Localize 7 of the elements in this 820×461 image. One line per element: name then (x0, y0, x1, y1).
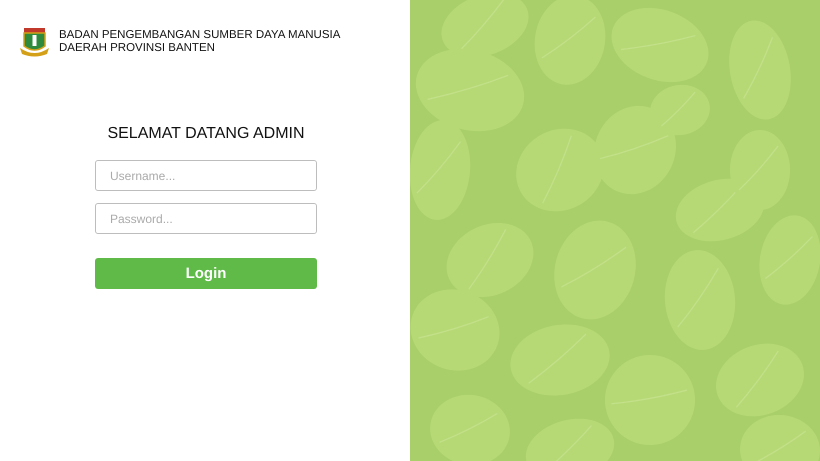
welcome-heading: SELAMAT DATANG ADMIN (106, 125, 306, 143)
province-emblem-icon (18, 26, 51, 58)
password-field[interactable]: Password... (95, 203, 317, 234)
username-field[interactable]: Username... (95, 160, 317, 191)
organization-name: DAERAH PROVINSI BANTEN (59, 42, 216, 55)
login-button[interactable]: Login (95, 258, 317, 289)
organization-name: BADAN PENGEMBANGAN SUMBER DAYA MANUSIA (59, 29, 340, 42)
